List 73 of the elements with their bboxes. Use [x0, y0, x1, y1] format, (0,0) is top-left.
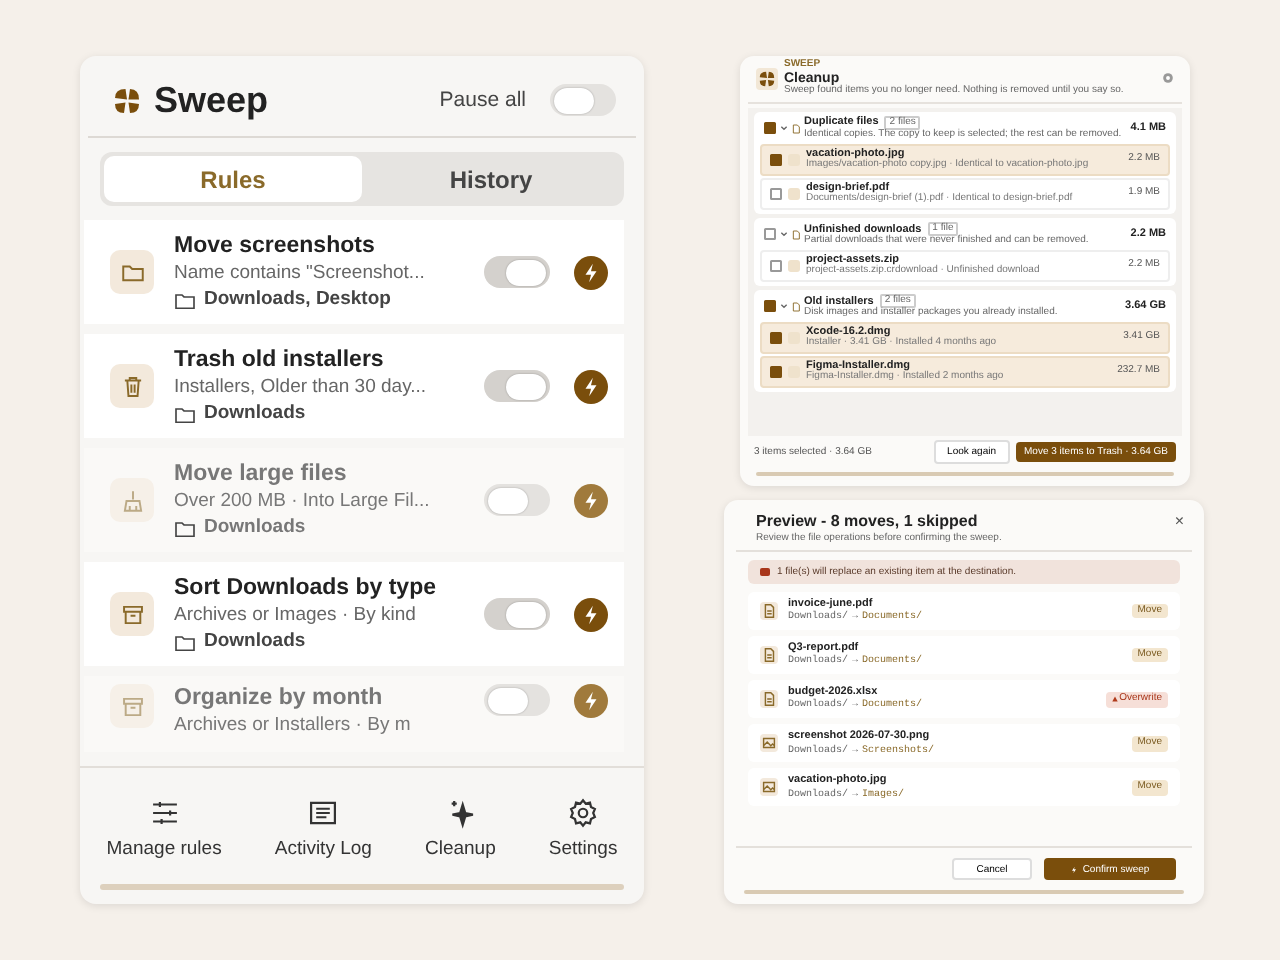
checkbox[interactable] [770, 188, 782, 200]
rule-location: Downloads [204, 630, 306, 654]
sliders-icon [147, 796, 182, 830]
rule-detail: Installers, Older than 30 day... [174, 376, 429, 400]
checkbox[interactable] [764, 300, 776, 313]
rule-location: Downloads [204, 402, 306, 426]
document-icon [760, 646, 778, 665]
document-icon [760, 690, 778, 709]
folder-icon [110, 250, 154, 294]
trash-icon [110, 364, 154, 408]
archive-box-icon [110, 684, 154, 728]
warning-icon [760, 567, 769, 577]
bolt-icon [580, 603, 602, 625]
close-button[interactable]: × [1174, 512, 1184, 530]
list-icon [306, 796, 341, 830]
folder-icon [174, 405, 196, 423]
archive-box-icon [110, 592, 154, 636]
clover-logo-icon [756, 67, 778, 90]
folder-icon [174, 519, 196, 537]
rule-card[interactable]: Sort Downloads by type Archives or Images · By kind Downloads [84, 562, 624, 666]
checkbox[interactable] [764, 122, 776, 135]
rule-location: Downloads, Desktop [204, 288, 391, 312]
rule-location: Downloads [204, 516, 306, 540]
run-rule-button[interactable] [574, 684, 608, 718]
dialog-title: Preview - 8 moves, 1 skipped [756, 512, 980, 530]
rule-card[interactable]: Move screenshots Name contains "Screenshot... Downloads, Desktop [84, 220, 624, 324]
rule-title: Trash old installers [174, 346, 386, 374]
bolt-icon [580, 690, 602, 712]
image-icon [760, 734, 778, 753]
nav-item[interactable]: Manage rules [102, 792, 226, 864]
pause-label: Pause all [439, 88, 526, 112]
tab[interactable]: Rules [104, 156, 362, 202]
rule-detail: Archives or Images · By kind [174, 604, 418, 628]
image-icon [760, 778, 778, 797]
run-rule-button[interactable] [574, 255, 608, 289]
pause-toggle[interactable] [550, 84, 616, 116]
app-title: Sweep [154, 79, 271, 121]
rule-toggle[interactable] [484, 684, 550, 716]
broom-icon [110, 478, 154, 522]
checkbox[interactable] [764, 228, 776, 241]
rule-detail: Archives or Installers · By m [174, 714, 413, 738]
rule-title: Organize by month [174, 684, 385, 712]
warning-icon [1111, 696, 1118, 703]
run-rule-button[interactable] [574, 369, 608, 403]
run-rule-button[interactable] [574, 597, 608, 631]
rule-title: Sort Downloads by type [174, 574, 438, 602]
bolt-icon [580, 261, 602, 283]
checkbox[interactable] [770, 153, 782, 166]
tab[interactable]: History [362, 156, 620, 202]
nav-item[interactable]: Cleanup [420, 792, 500, 864]
document-icon [760, 602, 778, 621]
bolt-icon [580, 375, 602, 397]
nav-item[interactable]: Settings [544, 792, 622, 864]
run-rule-button[interactable] [574, 483, 608, 517]
checkbox[interactable] [770, 332, 782, 345]
rule-toggle[interactable] [484, 256, 550, 288]
clover-logo-icon [112, 85, 142, 115]
checkbox[interactable] [770, 366, 782, 379]
rule-toggle[interactable] [484, 598, 550, 630]
rule-card[interactable]: Trash old installers Installers, Older than 30 day... Downloads [84, 334, 624, 438]
folder-icon [174, 291, 196, 309]
rule-detail: Over 200 MB · Into Large Fil... [174, 490, 432, 514]
nav-item[interactable]: Activity Log [270, 792, 376, 864]
checkbox[interactable] [770, 260, 782, 273]
settings-icon [566, 796, 601, 830]
rule-toggle[interactable] [484, 370, 550, 402]
rule-title: Move large files [174, 460, 349, 488]
rule-toggle[interactable] [484, 484, 550, 516]
settings-icon[interactable] [1162, 72, 1174, 85]
folder-icon [174, 633, 196, 651]
rule-title: Move screenshots [174, 232, 377, 260]
bolt-icon [580, 489, 602, 511]
rule-detail: Name contains "Screenshot... [174, 262, 427, 286]
